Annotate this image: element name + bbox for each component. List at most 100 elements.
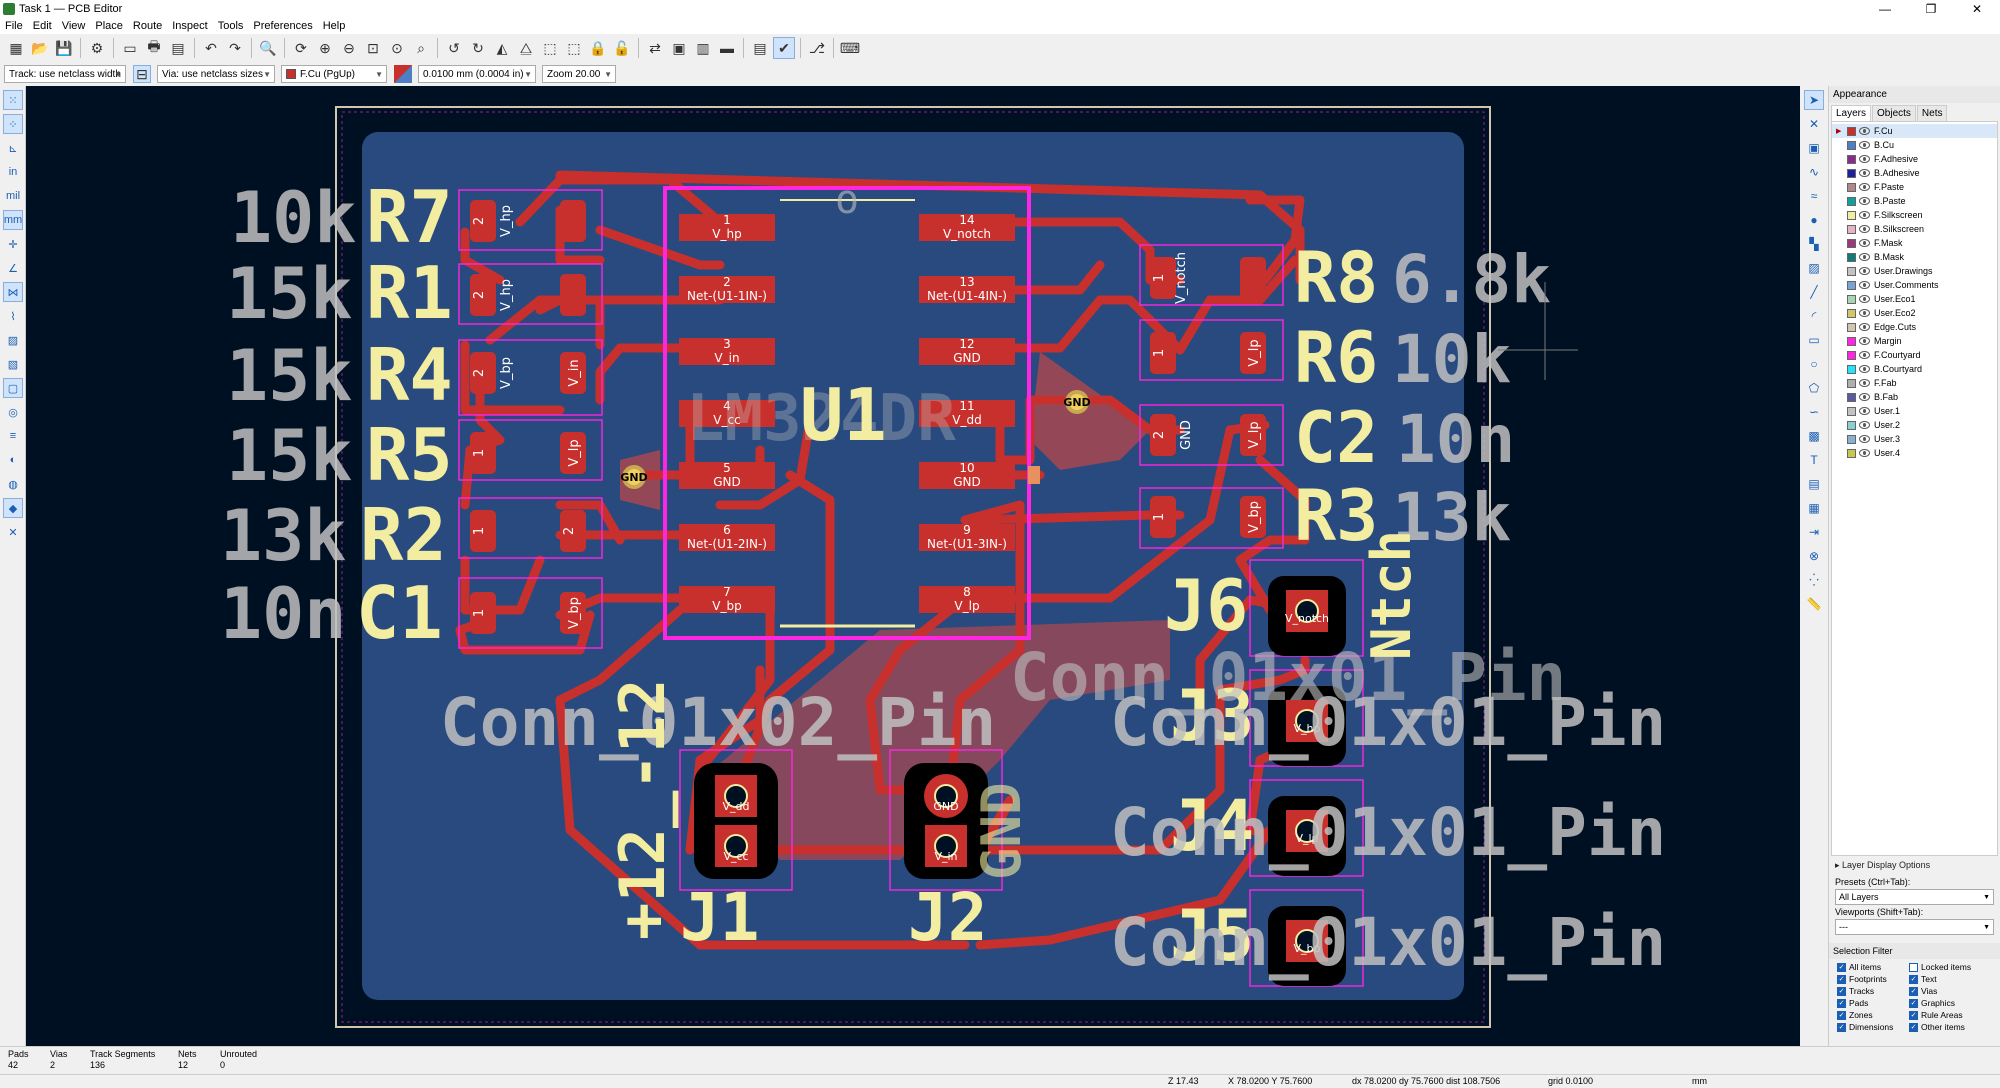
checkbox-icon[interactable]: ✓ [1837,1010,1846,1020]
draw-rectangle-icon[interactable]: ▭ [1804,330,1824,350]
console-icon[interactable]: ⌨ [839,37,861,59]
layer-color-swatch[interactable] [1847,434,1856,444]
delete-tool-icon[interactable]: ⊗ [1804,546,1824,566]
units-mm-button[interactable]: mm [3,210,23,230]
vias-outline-icon[interactable]: ◎ [3,402,23,422]
layer-color-swatch[interactable] [1847,322,1856,332]
group-icon[interactable]: ⬚ [539,37,561,59]
highcontrast-icon[interactable]: ◐ [3,450,23,470]
checkbox-icon[interactable]: ✓ [1909,1010,1918,1020]
rotate-ccw-icon[interactable]: ↺ [443,37,465,59]
menu-inspect[interactable]: Inspect [167,20,212,32]
layer-color-swatch[interactable] [1847,420,1856,430]
visibility-eye-icon[interactable] [1859,155,1870,163]
layer-row-user-eco2[interactable]: User.Eco2 [1832,306,1997,320]
layer-row-user-eco1[interactable]: User.Eco1 [1832,292,1997,306]
zoom-fit-icon[interactable]: ⊡ [362,37,384,59]
layer-color-swatch[interactable] [1847,238,1856,248]
menu-place[interactable]: Place [90,20,128,32]
page-settings-icon[interactable]: ▭ [119,37,141,59]
layer-row-b-adhesive[interactable]: B.Adhesive [1832,166,1997,180]
layer-row-f-courtyard[interactable]: F.Courtyard [1832,348,1997,362]
add-rule-area-icon[interactable]: ▨ [1804,258,1824,278]
layer-row-b-silkscreen[interactable]: B.Silkscreen [1832,222,1997,236]
units-mil-button[interactable]: mil [3,186,23,206]
polar-coords-icon[interactable]: ⊾ [3,138,23,158]
drc-icon[interactable]: ✔ [773,37,795,59]
properties-panel-icon[interactable]: ✕ [3,522,23,542]
print-icon[interactable]: 🖶 [143,37,165,59]
measure-tool-icon[interactable]: 📏 [1804,594,1824,614]
board-setup-icon[interactable]: ▦ [5,37,27,59]
save-icon[interactable]: 💾 [53,37,75,59]
visibility-eye-icon[interactable] [1859,337,1870,345]
visibility-eye-icon[interactable] [1859,309,1870,317]
checkbox-icon[interactable]: ✓ [1837,974,1846,984]
layer-color-swatch[interactable] [1847,182,1856,192]
layer-row-edge-cuts[interactable]: Edge.Cuts [1832,320,1997,334]
layer-display-options-toggle[interactable]: ▸ Layer Display Options [1829,856,2000,875]
visibility-eye-icon[interactable] [1859,211,1870,219]
filter-pads[interactable]: ✓ Pads [1837,997,1909,1009]
layer-row-f-adhesive[interactable]: F.Adhesive [1832,152,1997,166]
filter-locked-items[interactable]: Locked items [1909,961,1981,973]
layer-row-margin[interactable]: Margin [1832,334,1997,348]
zoom-out-icon[interactable]: ⊖ [338,37,360,59]
layer-color-swatch[interactable] [1847,280,1856,290]
layer-select[interactable]: F.Cu (PgUp) ▼ [281,65,387,83]
units-inch-button[interactable]: in [3,162,23,182]
unlock-icon[interactable]: 🔓 [611,37,633,59]
menu-file[interactable]: File [0,20,28,32]
local-ratsnest-icon[interactable]: ✕ [1804,114,1824,134]
layer-color-swatch[interactable] [1847,154,1856,164]
grid-overrides-icon[interactable]: ⁘ [3,114,23,134]
layer-row-f-mask[interactable]: F.Mask [1832,236,1997,250]
net-colors-icon[interactable]: ◍ [3,474,23,494]
plot-icon[interactable]: ▤ [167,37,189,59]
filter-other-items[interactable]: ✓ Other items [1909,1021,1981,1033]
visibility-eye-icon[interactable] [1859,253,1870,261]
refresh-icon[interactable]: ⟳ [290,37,312,59]
cursor-style-icon[interactable]: ✛ [3,234,23,254]
visibility-eye-icon[interactable] [1859,169,1870,177]
ratsnest-icon[interactable]: ⋈ [3,282,23,302]
layer-row-user-drawings[interactable]: User.Drawings [1832,264,1997,278]
add-image-icon[interactable]: ▩ [1804,426,1824,446]
scripting-icon[interactable]: ▤ [749,37,771,59]
layer-color-swatch[interactable] [1847,350,1856,360]
checkbox-icon[interactable]: ✓ [1909,974,1918,984]
draw-arc-icon[interactable]: ◜ [1804,306,1824,326]
zoom-selection-icon[interactable]: ⌕ [410,37,432,59]
pcb-canvas[interactable]: o 1 V_hp 2 Net-(U1-1IN-) 3 V_in 4 V_cc 5… [26,86,1800,1046]
layer-color-swatch[interactable] [1847,252,1856,262]
checkbox-icon[interactable] [1909,962,1918,972]
find-icon[interactable]: 🔍 [257,37,279,59]
visibility-eye-icon[interactable] [1859,323,1870,331]
minimize-button[interactable]: — [1862,0,1908,18]
layer-row-f-cu[interactable]: ▶ F.Cu [1832,124,1997,138]
layer-row-user-3[interactable]: User.3 [1832,432,1997,446]
filter-text[interactable]: ✓ Text [1909,973,1981,985]
tab-objects[interactable]: Objects [1872,105,1916,121]
presets-select[interactable]: All Layers ▼ [1835,889,1994,905]
draw-bezier-icon[interactable]: ∽ [1804,402,1824,422]
menu-view[interactable]: View [57,20,91,32]
layer-row-b-mask[interactable]: B.Mask [1832,250,1997,264]
layer-row-user-4[interactable]: User.4 [1832,446,1997,460]
add-dimension-icon[interactable]: ⇥ [1804,522,1824,542]
visibility-eye-icon[interactable] [1859,183,1870,191]
layer-color-swatch[interactable] [1847,406,1856,416]
undo-icon[interactable]: ↶ [200,37,222,59]
zoom-in-icon[interactable]: ⊕ [314,37,336,59]
route-track-icon[interactable]: ∿ [1804,162,1824,182]
layer-row-b-fab[interactable]: B.Fab [1832,390,1997,404]
layer-color-swatch[interactable] [1847,336,1856,346]
maximize-button[interactable]: ❐ [1908,0,1954,18]
curved-ratsnest-icon[interactable]: ⌇ [3,306,23,326]
visibility-eye-icon[interactable] [1859,239,1870,247]
visibility-eye-icon[interactable] [1859,351,1870,359]
visibility-eye-icon[interactable] [1859,197,1870,205]
visibility-eye-icon[interactable] [1859,393,1870,401]
visibility-eye-icon[interactable] [1859,141,1870,149]
filter-all-items[interactable]: ✓ All items [1837,961,1909,973]
